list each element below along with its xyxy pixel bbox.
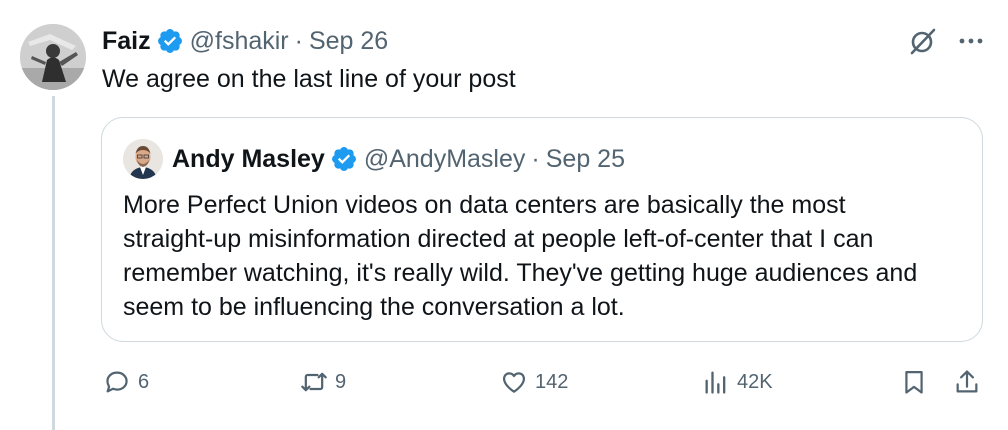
quote-text-line: seem to be influencing the conversation …	[123, 293, 625, 321]
avatar-photo	[20, 24, 86, 90]
share-button[interactable]	[953, 362, 981, 402]
bookmark-button[interactable]	[900, 362, 928, 402]
bookmark-icon	[905, 370, 923, 394]
reply-button[interactable]: 6	[103, 362, 149, 402]
like-count: 142	[535, 370, 569, 393]
author-name[interactable]: Faiz	[102, 27, 151, 56]
quote-text: More Perfect Union videos on data center…	[123, 188, 973, 324]
header-actions	[908, 26, 986, 56]
views-button[interactable]: 42K	[702, 362, 773, 402]
quoted-tweet[interactable]: Andy Masley @AndyMasley · Sep 25 More Pe…	[101, 117, 983, 342]
retweet-button[interactable]: 9	[300, 362, 346, 402]
quote-date[interactable]: Sep 25	[546, 145, 625, 174]
quote-text-line: straight-up misinformation directed at p…	[123, 225, 874, 253]
share-icon	[956, 370, 978, 393]
avatar-photo	[123, 139, 163, 179]
like-icon	[502, 372, 526, 393]
author-handle[interactable]: @fshakir	[190, 27, 289, 56]
separator-dot: ·	[294, 26, 303, 55]
reply-count: 6	[138, 370, 150, 393]
quote-text-line: More Perfect Union videos on data center…	[123, 191, 846, 219]
action-bar: 6 9 142 42K	[0, 362, 1008, 402]
retweet-count: 9	[335, 370, 347, 393]
views-count: 42K	[737, 370, 773, 393]
quote-header: Andy Masley @AndyMasley · Sep 25	[172, 142, 625, 176]
author-avatar[interactable]	[20, 24, 86, 90]
quote-author-name[interactable]: Andy Masley	[172, 145, 325, 174]
quote-author-handle[interactable]: @AndyMasley	[364, 145, 526, 174]
like-button[interactable]: 142	[500, 362, 568, 402]
tweet-header: Faiz @fshakir · Sep 26	[102, 24, 388, 58]
quote-text-line: remember watching, it's really wild. The…	[123, 259, 918, 287]
quote-author-avatar[interactable]	[123, 139, 163, 179]
tweet[interactable]: Faiz @fshakir · Sep 26 We agree on the l…	[0, 0, 1008, 430]
more-icon[interactable]	[956, 26, 986, 56]
tweet-date[interactable]: Sep 26	[309, 27, 388, 56]
tweet-text: We agree on the last line of your post	[102, 65, 516, 93]
retweet-icon	[301, 372, 327, 392]
verified-badge-icon[interactable]	[156, 27, 184, 55]
grok-icon[interactable]	[908, 26, 938, 56]
reply-icon	[106, 371, 128, 393]
separator-dot: ·	[531, 144, 540, 173]
verified-badge-icon[interactable]	[330, 145, 358, 173]
views-icon	[705, 371, 726, 394]
